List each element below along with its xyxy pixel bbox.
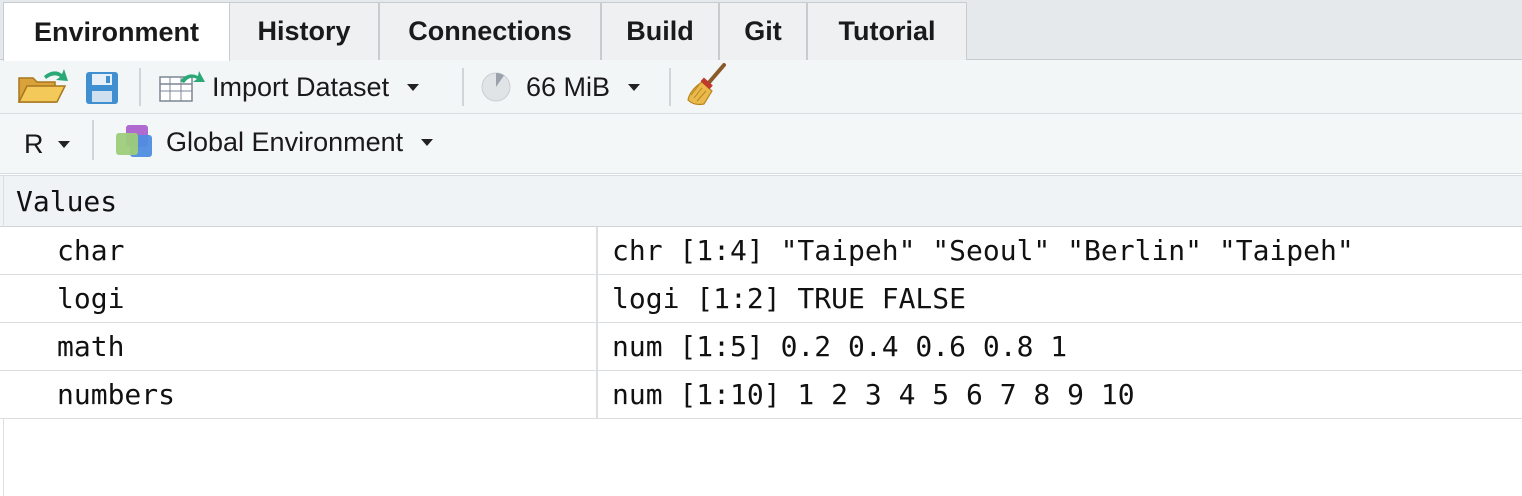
- memory-pie-icon: [481, 72, 511, 102]
- variable-name: numbers: [57, 378, 176, 411]
- tab-connections[interactable]: Connections: [379, 2, 601, 60]
- tab-build[interactable]: Build: [601, 2, 719, 60]
- chevron-down-icon: [57, 140, 70, 148]
- language-label: R: [24, 128, 44, 159]
- table-row[interactable]: math num [1:5] 0.2 0.4 0.6 0.8 1: [0, 323, 1522, 371]
- environment-stack-icon: [116, 125, 152, 157]
- memory-usage-label: 66 MiB: [526, 71, 611, 102]
- broom-icon[interactable]: [686, 62, 730, 108]
- toolbar-separator: [92, 120, 94, 160]
- variable-name: char: [57, 234, 125, 267]
- save-disk-icon[interactable]: [84, 70, 120, 106]
- tab-git[interactable]: Git: [719, 2, 807, 60]
- environment-dropdown[interactable]: Global Environment: [114, 120, 434, 164]
- toolbar-separator: [669, 68, 671, 106]
- import-dataset-button[interactable]: Import Dataset: [158, 67, 420, 107]
- toolbar-separator: [462, 68, 464, 106]
- open-folder-icon[interactable]: [16, 66, 70, 106]
- variable-value: logi [1:2] TRUE FALSE: [612, 282, 967, 315]
- chevron-down-icon: [628, 83, 641, 91]
- variable-value: num [1:5] 0.2 0.4 0.6 0.8 1: [612, 330, 1068, 363]
- chevron-down-icon: [407, 83, 420, 91]
- tab-history[interactable]: History: [229, 2, 379, 60]
- table-row[interactable]: numbers num [1:10] 1 2 3 4 5 6 7 8 9 10: [0, 371, 1522, 419]
- table-row[interactable]: char chr [1:4] "Taipeh" "Seoul" "Berlin"…: [0, 227, 1522, 275]
- variable-value: chr [1:4] "Taipeh" "Seoul" "Berlin" "Tai…: [612, 234, 1354, 267]
- values-section-title: Values: [16, 184, 118, 218]
- environment-label: Global Environment: [166, 126, 404, 157]
- tab-tutorial[interactable]: Tutorial: [807, 2, 967, 60]
- table-row[interactable]: logi logi [1:2] TRUE FALSE: [0, 275, 1522, 323]
- language-dropdown[interactable]: R: [24, 122, 70, 166]
- pane-tab-bar: Environment History Connections Build Gi…: [0, 0, 1522, 61]
- tab-environment[interactable]: Environment: [3, 2, 230, 61]
- toolbar-separator: [139, 68, 141, 106]
- import-dataset-label: Import Dataset: [212, 71, 390, 102]
- import-table-icon: [159, 71, 205, 102]
- memory-usage-button[interactable]: 66 MiB: [480, 67, 641, 107]
- values-section-header[interactable]: Values: [0, 175, 1522, 227]
- variable-name: math: [57, 330, 125, 363]
- environment-toolbar: Import Dataset 66 MiB: [0, 60, 1522, 114]
- variable-name: logi: [57, 282, 125, 315]
- environment-selector-bar: R Global Environment: [0, 114, 1522, 174]
- variable-value: num [1:10] 1 2 3 4 5 6 7 8 9 10: [612, 378, 1135, 411]
- chevron-down-icon: [421, 138, 434, 146]
- column-divider[interactable]: [596, 227, 598, 419]
